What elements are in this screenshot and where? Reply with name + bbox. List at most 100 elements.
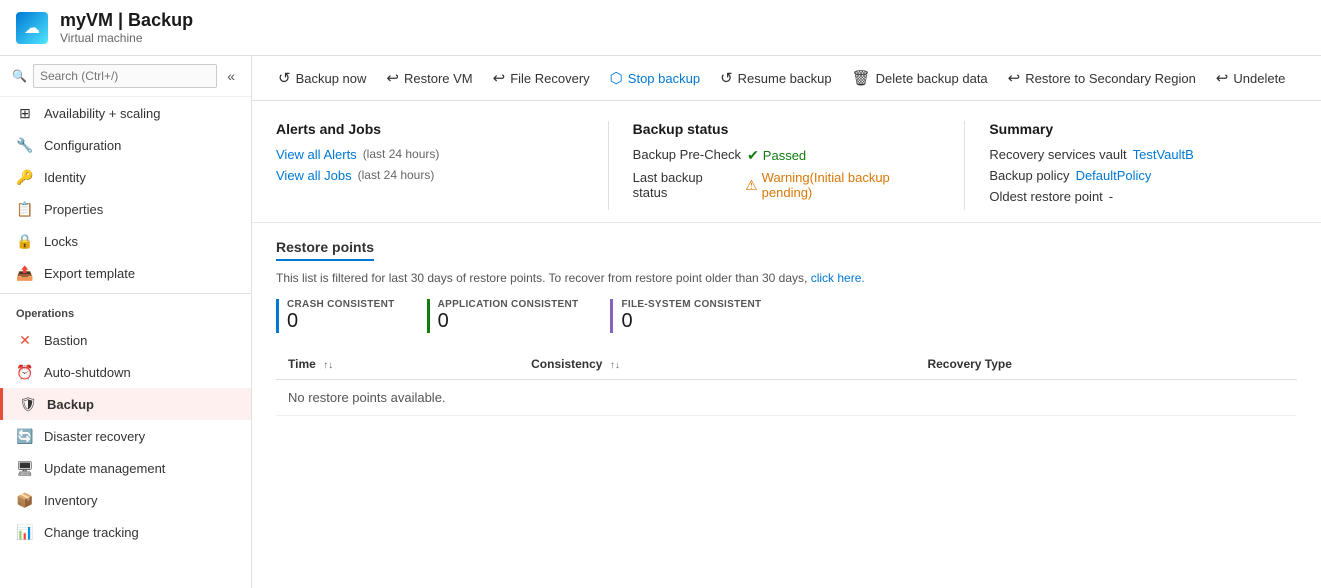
export-icon: 📤 (16, 264, 34, 282)
undelete-button[interactable]: ↩ Undelete (1206, 64, 1296, 92)
sidebar-item-configuration[interactable]: 🔧 Configuration (0, 129, 251, 161)
consistency-sort-icon[interactable]: ↑↓ (610, 360, 620, 371)
time-sort-icon[interactable]: ↑↓ (323, 360, 333, 371)
undelete-icon: ↩ (1216, 69, 1229, 87)
properties-icon: 📋 (16, 200, 34, 218)
file-recovery-button[interactable]: ↩ File Recovery (483, 64, 600, 92)
backup-status-title: Backup status (633, 121, 941, 137)
sidebar-item-label: Properties (44, 202, 103, 217)
sidebar-item-label: Update management (44, 461, 165, 476)
app-consistent-stat: APPLICATION CONSISTENT 0 (427, 299, 579, 333)
restore-secondary-region-button[interactable]: ↩ Restore to Secondary Region (998, 64, 1206, 92)
search-container: 🔍 « (0, 56, 251, 97)
panel-divider-2 (964, 121, 965, 210)
delete-backup-data-button[interactable]: 🗑 Delete backup data (842, 64, 998, 92)
click-here-link[interactable]: click here. (811, 271, 865, 285)
no-data-row: No restore points available. (276, 380, 1297, 416)
toolbar: ↺ Backup now ↩ Restore VM ↩ File Recover… (252, 56, 1321, 101)
sidebar-item-properties[interactable]: 📋 Properties (0, 193, 251, 225)
sidebar-item-bastion[interactable]: ✕ Bastion (0, 324, 251, 356)
precheck-value: ✔ Passed (747, 147, 806, 164)
sidebar-item-locks[interactable]: 🔒 Locks (0, 225, 251, 257)
inventory-icon: 📦 (16, 491, 34, 509)
precheck-label: Backup Pre-Check (633, 147, 741, 162)
sidebar-item-label: Availability + scaling (44, 106, 160, 121)
fs-consistent-stat: FILE-SYSTEM CONSISTENT 0 (610, 299, 761, 333)
page-subtitle: Virtual machine (60, 31, 193, 45)
sidebar-item-label: Inventory (44, 493, 97, 508)
sidebar-item-backup[interactable]: 🛡 Backup (0, 388, 251, 420)
last-backup-row: Last backup status ⚠ Warning(Initial bac… (633, 170, 941, 200)
jobs-note: (last 24 hours) (358, 168, 435, 182)
sidebar-item-label: Export template (44, 266, 135, 281)
alerts-jobs-panel: Alerts and Jobs View all Alerts (last 24… (276, 121, 584, 210)
view-all-jobs-link[interactable]: View all Jobs (276, 168, 352, 183)
vm-icon: ☁ (16, 12, 48, 44)
alerts-note: (last 24 hours) (363, 147, 440, 161)
sidebar-item-label: Configuration (44, 138, 121, 153)
auto-shutdown-icon: ⏰ (16, 363, 34, 381)
oldest-value: - (1109, 189, 1113, 204)
sidebar: 🔍 « ⊞ Availability + scaling 🔧 Configura… (0, 56, 252, 588)
vault-label: Recovery services vault (989, 147, 1126, 162)
no-data-message: No restore points available. (276, 380, 1297, 416)
summary-panel: Summary Recovery services vault TestVaul… (989, 121, 1297, 210)
page-header: ☁ myVM | Backup Virtual machine (0, 0, 1321, 56)
stop-backup-button[interactable]: ⬡ Stop backup (600, 64, 710, 92)
restore-vm-icon: ↩ (386, 69, 399, 87)
page-title: myVM | Backup (60, 10, 193, 31)
sidebar-item-label: Change tracking (44, 525, 139, 540)
restore-secondary-icon: ↩ (1008, 69, 1021, 87)
sidebar-item-inventory[interactable]: 📦 Inventory (0, 484, 251, 516)
policy-row: Backup policy DefaultPolicy (989, 168, 1297, 183)
backup-now-icon: ↺ (278, 69, 291, 87)
restore-points-table: Time ↑↓ Consistency ↑↓ Recovery Type (276, 349, 1297, 416)
sidebar-item-identity[interactable]: 🔑 Identity (0, 161, 251, 193)
info-panels: Alerts and Jobs View all Alerts (last 24… (252, 101, 1321, 223)
last-backup-value: ⚠ Warning(Initial backup pending) (745, 170, 940, 200)
fs-label: FILE-SYSTEM CONSISTENT (621, 299, 761, 310)
passed-icon: ✔ (747, 147, 759, 164)
restore-vm-button[interactable]: ↩ Restore VM (376, 64, 482, 92)
file-recovery-icon: ↩ (493, 69, 506, 87)
sidebar-item-disaster-recovery[interactable]: 🔄 Disaster recovery (0, 420, 251, 452)
sidebar-item-label: Backup (47, 397, 94, 412)
availability-icon: ⊞ (16, 104, 34, 122)
vault-link[interactable]: TestVaultB (1133, 147, 1194, 162)
configuration-icon: 🔧 (16, 136, 34, 154)
app-label: APPLICATION CONSISTENT (438, 299, 579, 310)
sidebar-item-export-template[interactable]: 📤 Export template (0, 257, 251, 289)
sidebar-item-availability[interactable]: ⊞ Availability + scaling (0, 97, 251, 129)
fs-value: 0 (621, 310, 761, 333)
stats-row: CRASH CONSISTENT 0 APPLICATION CONSISTEN… (276, 299, 1297, 333)
sidebar-item-label: Identity (44, 170, 86, 185)
precheck-row: Backup Pre-Check ✔ Passed (633, 147, 941, 164)
policy-label: Backup policy (989, 168, 1069, 183)
sidebar-item-label: Bastion (44, 333, 87, 348)
oldest-row: Oldest restore point - (989, 189, 1297, 204)
last-backup-label: Last backup status (633, 170, 739, 200)
policy-link[interactable]: DefaultPolicy (1076, 168, 1152, 183)
operations-section-label: Operations (0, 298, 251, 324)
view-all-alerts-link[interactable]: View all Alerts (276, 147, 357, 162)
locks-icon: 🔒 (16, 232, 34, 250)
backup-now-button[interactable]: ↺ Backup now (268, 64, 376, 92)
resume-backup-button[interactable]: ↺ Resume backup (710, 64, 842, 92)
time-column-header: Time ↑↓ (276, 349, 519, 380)
alerts-jobs-title: Alerts and Jobs (276, 121, 584, 137)
sidebar-item-auto-shutdown[interactable]: ⏰ Auto-shutdown (0, 356, 251, 388)
sidebar-item-label: Locks (44, 234, 78, 249)
restore-points-section: Restore points This list is filtered for… (252, 223, 1321, 432)
table-header-row: Time ↑↓ Consistency ↑↓ Recovery Type (276, 349, 1297, 380)
identity-icon: 🔑 (16, 168, 34, 186)
view-jobs-row: View all Jobs (last 24 hours) (276, 168, 584, 183)
sidebar-item-update-management[interactable]: 🖥 Update management (0, 452, 251, 484)
sidebar-collapse-button[interactable]: « (223, 64, 239, 88)
restore-points-note: This list is filtered for last 30 days o… (276, 271, 1297, 285)
sidebar-item-change-tracking[interactable]: 📊 Change tracking (0, 516, 251, 548)
restore-points-title: Restore points (276, 239, 374, 261)
consistency-column-header: Consistency ↑↓ (519, 349, 915, 380)
update-management-icon: 🖥 (16, 459, 34, 477)
search-input[interactable] (33, 64, 217, 88)
recovery-type-column-header: Recovery Type (915, 349, 1297, 380)
